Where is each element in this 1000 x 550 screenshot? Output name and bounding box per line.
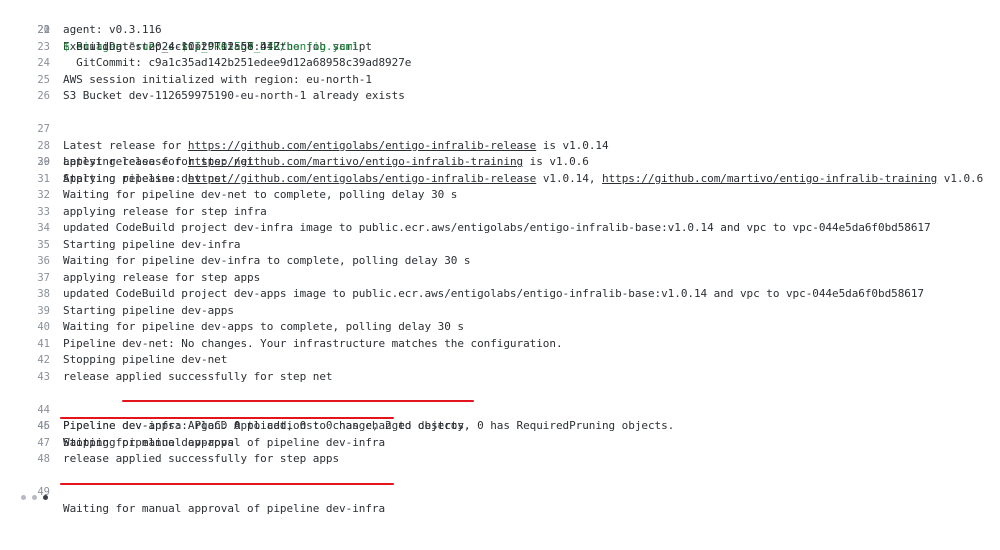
log-line: 26 S3 Bucket dev-112659975190-eu-north-1 … bbox=[0, 88, 1000, 105]
log-text: applying release for step infra bbox=[63, 204, 267, 218]
log-text: Starting pipeline dev-infra bbox=[63, 237, 241, 251]
line-number[interactable]: 33 bbox=[22, 204, 50, 221]
line-number[interactable]: 25 bbox=[22, 72, 50, 89]
log-line: 30 applying release for step net bbox=[0, 154, 1000, 171]
log-text: Waiting for pipeline dev-apps to complet… bbox=[63, 320, 464, 333]
log-line: 36 Waiting for pipeline dev-infra to comp… bbox=[0, 253, 1000, 270]
line-number[interactable]: 41 bbox=[22, 336, 50, 353]
line-number[interactable]: 24 bbox=[22, 55, 50, 72]
loading-indicator bbox=[21, 495, 48, 500]
log-text: Waiting for manual approval of pipeline … bbox=[63, 501, 386, 515]
loading-dot bbox=[32, 495, 37, 500]
line-number[interactable]: 32 bbox=[22, 187, 50, 204]
log-line: 24 GitCommit: c9a1c35ad142b251edee9d12a6… bbox=[0, 55, 1000, 72]
line-number[interactable]: 40 bbox=[22, 319, 50, 336]
log-line: 37 applying release for step apps bbox=[0, 270, 1000, 287]
line-number[interactable]: 30 bbox=[22, 154, 50, 171]
loading-dot bbox=[43, 495, 48, 500]
line-number[interactable]: 37 bbox=[22, 270, 50, 287]
line-number[interactable]: 47 bbox=[22, 435, 50, 452]
log-line: 25 AWS session initialized with region: e… bbox=[0, 72, 1000, 89]
line-number[interactable]: 38 bbox=[22, 286, 50, 303]
log-line: 33 applying release for step infra bbox=[0, 204, 1000, 221]
log-text: Waiting for pipeline dev-infra to comple… bbox=[63, 254, 471, 267]
log-text: Starting pipeline dev-apps bbox=[63, 303, 234, 317]
log-line: 29 Applying releases: https://github.com… bbox=[0, 138, 1000, 185]
line-number[interactable]: 35 bbox=[22, 237, 50, 254]
line-number[interactable]: 46 bbox=[22, 418, 50, 435]
line-number[interactable]: 26 bbox=[22, 88, 50, 105]
line-number[interactable]: 34 bbox=[22, 220, 50, 237]
log-text: S3 Bucket dev-112659975190-eu-north-1 al… bbox=[63, 89, 405, 102]
log-line: 35 Starting pipeline dev-infra bbox=[0, 237, 1000, 254]
line-number[interactable]: 23 bbox=[22, 39, 50, 56]
log-line: 28 Latest release for https://github.com… bbox=[0, 121, 1000, 169]
log-line: 23 BuildDate: 2024-10-29T12:58:44Z bbox=[0, 39, 1000, 56]
log-text: AWS session initialized with region: eu-… bbox=[63, 72, 372, 86]
log-line: 44 Pipeline dev-infra: Plan: 0 to add, 0… bbox=[0, 385, 1000, 432]
log-line: 42 Stopping pipeline dev-net bbox=[0, 352, 1000, 369]
log-line: 38 updated CodeBuild project dev-apps ima… bbox=[0, 286, 1000, 303]
log-text: BuildDate: 2024-10-29T12:58:44Z bbox=[63, 39, 280, 53]
log-line: 40 Waiting for pipeline dev-apps to compl… bbox=[0, 319, 1000, 336]
log-text: applying release for step apps bbox=[63, 270, 261, 284]
log-line: 22 agent: v0.3.116 bbox=[0, 22, 1000, 39]
log-line: 34 updated CodeBuild project dev-infra im… bbox=[0, 220, 1000, 237]
log-line: 39 Starting pipeline dev-apps bbox=[0, 303, 1000, 320]
line-number[interactable]: 31 bbox=[22, 171, 50, 188]
log-line: 31 Starting pipeline dev-net bbox=[0, 171, 1000, 188]
log-line: 45 Waiting for manual approval of pipeli… bbox=[0, 402, 1000, 449]
log-line: 32 Waiting for pipeline dev-net to comple… bbox=[0, 187, 1000, 204]
line-number[interactable]: 36 bbox=[22, 253, 50, 270]
log-text: Stopping pipeline dev-net bbox=[63, 353, 228, 366]
highlight-underline bbox=[60, 482, 394, 485]
log-text: GitCommit: c9a1c35ad142b251edee9d12a6895… bbox=[63, 56, 412, 69]
log-text: updated CodeBuild project dev-apps image… bbox=[63, 287, 925, 300]
line-number[interactable]: 22 bbox=[22, 22, 50, 39]
log-text: Pipeline dev-apps: ArgoCD Applications: … bbox=[63, 419, 675, 432]
log-line: 47 Stopping pipeline dev-apps bbox=[0, 435, 1000, 452]
log-line: 21 $ ei-agent run -c $CI_PROJECT_DIR/con… bbox=[0, 6, 1000, 53]
log-text: Stopping pipeline dev-apps bbox=[63, 435, 234, 449]
loading-dot bbox=[21, 495, 26, 500]
log-text: applying release for step net bbox=[63, 155, 254, 168]
line-number[interactable]: 42 bbox=[22, 352, 50, 369]
line-number[interactable]: 43 bbox=[22, 369, 50, 386]
log-text: Waiting for pipeline dev-net to complete… bbox=[63, 188, 458, 201]
line-number[interactable]: 48 bbox=[22, 451, 50, 468]
log-text: Starting pipeline dev-net bbox=[63, 171, 228, 185]
log-line: 43 release applied successfully for step … bbox=[0, 369, 1000, 386]
line-number[interactable]: 39 bbox=[22, 303, 50, 320]
log-text: agent: v0.3.116 bbox=[63, 23, 162, 36]
log-line: 49 Waiting for manual approval of pipeli… bbox=[0, 468, 1000, 515]
log-line: 46 Pipeline dev-apps: ArgoCD Applications… bbox=[0, 418, 1000, 435]
log-text: release applied successfully for step ap… bbox=[63, 452, 340, 465]
log-line: 48 release applied successfully for step … bbox=[0, 451, 1000, 468]
log-text: Pipeline dev-net: No changes. Your infra… bbox=[63, 336, 563, 350]
log-text: updated CodeBuild project dev-infra imag… bbox=[63, 221, 931, 234]
log-line: 27 Latest release for https://github.com… bbox=[0, 105, 1000, 152]
log-line: 41 Pipeline dev-net: No changes. Your inf… bbox=[0, 336, 1000, 353]
job-log: ▼ 20 Executing "step_script" stage of th… bbox=[0, 0, 1000, 515]
log-text: release applied successfully for step ne… bbox=[63, 369, 333, 383]
